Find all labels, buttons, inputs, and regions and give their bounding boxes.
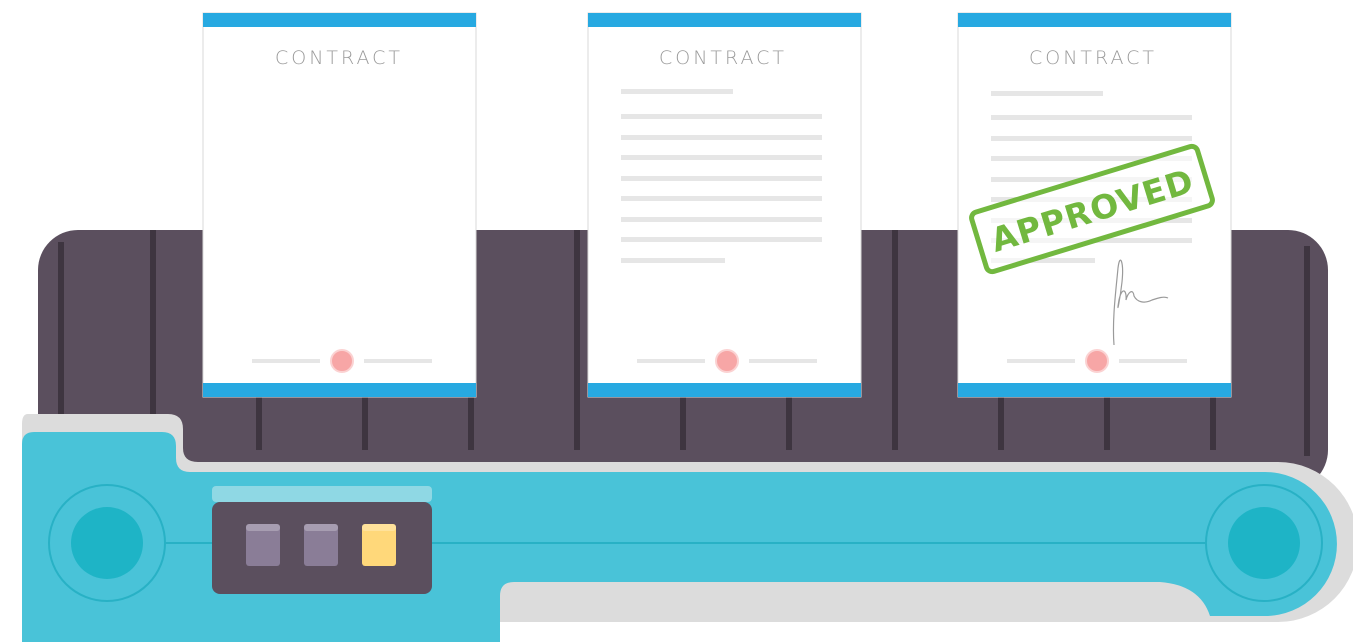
doc-top-band [958, 13, 1231, 27]
indicator-3[interactable] [362, 524, 396, 566]
doc-bottom-band [588, 383, 861, 397]
signature-line-right [749, 359, 817, 363]
contract-document-3: CONTRACT APPROVED [957, 12, 1232, 398]
signature-line-left [637, 359, 705, 363]
signature-line-left [252, 359, 320, 363]
doc-bottom-band [203, 383, 476, 397]
left-roller [48, 484, 166, 602]
contract-document-1: CONTRACT [202, 12, 477, 398]
signature-line-left [1007, 359, 1075, 363]
doc-top-band [203, 13, 476, 27]
doc-title: CONTRACT [659, 47, 787, 69]
signature-line-right [1119, 359, 1187, 363]
indicator-2[interactable] [304, 524, 338, 566]
right-roller [1205, 484, 1323, 602]
control-panel [212, 486, 432, 594]
seal-icon [715, 349, 739, 373]
doc-title: CONTRACT [275, 47, 403, 69]
doc-top-band [588, 13, 861, 27]
contract-document-2: CONTRACT [587, 12, 862, 398]
doc-title: CONTRACT [1029, 47, 1157, 69]
doc-bottom-band [958, 383, 1231, 397]
signature-line-right [364, 359, 432, 363]
seal-icon [1085, 349, 1109, 373]
seal-icon [330, 349, 354, 373]
panel-lid [212, 486, 432, 502]
indicator-1[interactable] [246, 524, 280, 566]
conveyor-scene: CONTRACT CONTRACT CONTRACT APPROVED [22, 12, 1353, 642]
